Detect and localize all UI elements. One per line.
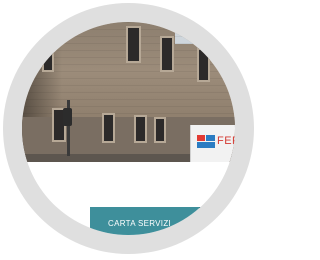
lower-window xyxy=(134,115,147,143)
sign-brand-text: FERR xyxy=(217,135,235,147)
button-accent xyxy=(199,207,235,235)
traffic-light-icon xyxy=(63,108,72,126)
upper-window xyxy=(42,40,54,72)
lower-window xyxy=(102,113,115,143)
company-sign: FERR xyxy=(190,125,235,163)
lower-window xyxy=(154,117,166,143)
card-body xyxy=(22,162,235,207)
upper-window xyxy=(126,26,141,63)
circular-image-card: FERR CARTA SERVIZI xyxy=(0,0,257,260)
upper-window xyxy=(197,48,210,82)
card-photo-disc: FERR CARTA SERVIZI xyxy=(22,22,235,235)
carta-servizi-button[interactable]: CARTA SERVIZI xyxy=(90,207,235,235)
carta-servizi-label: CARTA SERVIZI xyxy=(108,219,172,228)
upper-window xyxy=(160,36,174,72)
brand-logo-icon xyxy=(197,135,215,149)
